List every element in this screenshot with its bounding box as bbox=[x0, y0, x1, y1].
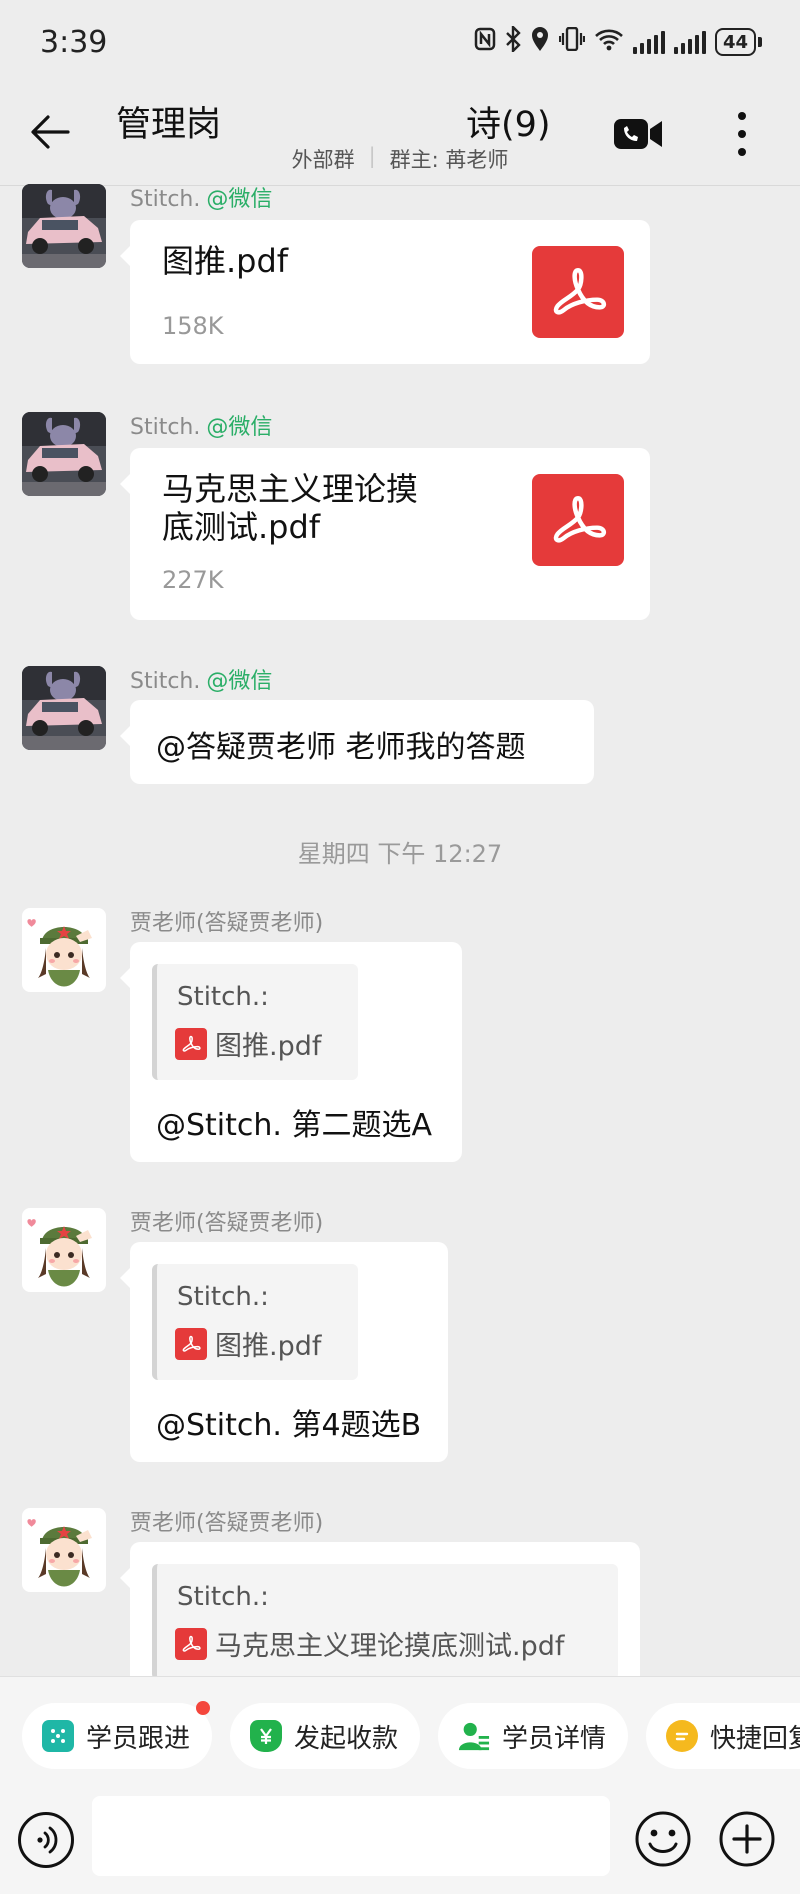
quoted-message[interactable]: Stitch.: 图推.pdf bbox=[152, 1264, 358, 1380]
follow-up-icon bbox=[42, 1720, 74, 1752]
more-icon[interactable] bbox=[724, 110, 760, 158]
quick-action-bar: 学员跟进 发起收款 学员详情 快捷回复 bbox=[0, 1676, 800, 1796]
signal-icon bbox=[632, 30, 665, 54]
vibrate-icon bbox=[558, 26, 586, 57]
quick-action-follow-up[interactable]: 学员跟进 bbox=[22, 1701, 213, 1769]
file-name: 图推.pdf bbox=[162, 242, 289, 280]
group-type: 外部群 bbox=[291, 148, 355, 172]
reply-bubble[interactable]: Stitch.: 图推.pdf @Stitch. 第二题选A bbox=[120, 942, 462, 1162]
student-detail-icon bbox=[458, 1720, 490, 1752]
avatar[interactable] bbox=[22, 1508, 106, 1592]
message-input[interactable] bbox=[92, 1796, 610, 1876]
quote-file: 图推.pdf bbox=[175, 1324, 321, 1363]
quote-sender: Stitch.: bbox=[177, 1582, 269, 1612]
sender-name: 贾老师(答疑贾老师) bbox=[130, 911, 324, 936]
signal-icon bbox=[673, 30, 706, 54]
message-text: @答疑贾老师 老师我的答题 bbox=[156, 730, 526, 765]
sender-name: Stitch. @微信 bbox=[130, 187, 273, 212]
chat-title: 管理岗 诗(9) bbox=[116, 105, 551, 145]
avatar[interactable] bbox=[22, 1208, 106, 1292]
sender-name: 贾老师(答疑贾老师) bbox=[130, 1511, 324, 1536]
pdf-icon bbox=[175, 1627, 207, 1660]
pdf-icon bbox=[175, 1027, 207, 1060]
voice-icon[interactable] bbox=[18, 1812, 74, 1868]
avatar[interactable] bbox=[22, 412, 106, 496]
video-call-icon[interactable] bbox=[612, 114, 664, 154]
quick-reply-icon bbox=[666, 1720, 698, 1752]
notification-dot bbox=[196, 1701, 211, 1715]
status-time: 3:39 bbox=[40, 24, 108, 60]
quick-action-student-detail[interactable]: 学员详情 bbox=[438, 1703, 629, 1769]
avatar[interactable] bbox=[22, 184, 106, 268]
file-bubble[interactable]: 图推.pdf 158K bbox=[120, 220, 650, 364]
quote-sender: Stitch.: bbox=[177, 1282, 269, 1312]
status-bar: 3:39 44 bbox=[0, 0, 800, 84]
sender-name: Stitch. @微信 bbox=[130, 415, 273, 440]
battery-level: 44 bbox=[714, 28, 756, 56]
payment-icon bbox=[250, 1720, 282, 1752]
chat-screen: 3:39 44 管理岗 诗(9) 外部群 | 群主: 苒老师 Stitch. @… bbox=[0, 0, 800, 1894]
battery-icon: 44 bbox=[714, 28, 762, 56]
file-name: 马克思主义理论摸 底测试.pdf bbox=[162, 470, 419, 547]
quoted-message[interactable]: Stitch.: 马克思主义理论摸底测试.pdf bbox=[152, 1564, 618, 1680]
quick-action-quick-reply[interactable]: 快捷回复 bbox=[646, 1703, 800, 1769]
chat-subtitle: 外部群 | 群主: 苒老师 bbox=[291, 144, 509, 172]
quote-file: 图推.pdf bbox=[175, 1024, 321, 1063]
pdf-icon bbox=[532, 474, 624, 566]
emoji-icon[interactable] bbox=[634, 1810, 692, 1868]
location-icon bbox=[530, 26, 550, 58]
status-icons: 44 bbox=[474, 24, 762, 58]
quick-action-payment[interactable]: 发起收款 bbox=[230, 1703, 421, 1769]
file-size: 227K bbox=[162, 566, 224, 594]
bluetooth-icon bbox=[505, 24, 521, 58]
wifi-icon bbox=[594, 27, 624, 57]
file-bubble[interactable]: 马克思主义理论摸 底测试.pdf 227K bbox=[120, 448, 650, 620]
text-bubble[interactable]: @答疑贾老师 老师我的答题 bbox=[120, 700, 594, 784]
message-text: @Stitch. 第4题选B bbox=[156, 1408, 422, 1443]
reply-bubble[interactable]: Stitch.: 图推.pdf @Stitch. 第4题选B bbox=[120, 1242, 448, 1462]
pdf-icon bbox=[175, 1327, 207, 1360]
time-divider: 星期四 下午 12:27 bbox=[297, 840, 503, 868]
quote-file: 马克思主义理论摸底测试.pdf bbox=[175, 1624, 564, 1663]
message-text: @Stitch. 第二题选A bbox=[156, 1108, 433, 1143]
plus-icon[interactable] bbox=[718, 1810, 776, 1868]
sender-name: Stitch. @微信 bbox=[130, 669, 273, 694]
avatar[interactable] bbox=[22, 666, 106, 750]
avatar[interactable] bbox=[22, 908, 106, 992]
group-owner: 群主: 苒老师 bbox=[389, 148, 509, 172]
nfc-icon bbox=[474, 27, 496, 57]
quoted-message[interactable]: Stitch.: 图推.pdf bbox=[152, 964, 358, 1080]
quote-sender: Stitch.: bbox=[177, 982, 269, 1012]
input-bar bbox=[0, 1796, 800, 1894]
sender-name: 贾老师(答疑贾老师) bbox=[130, 1211, 324, 1236]
pdf-icon bbox=[532, 246, 624, 338]
chat-header: 管理岗 诗(9) 外部群 | 群主: 苒老师 bbox=[0, 84, 800, 186]
file-size: 158K bbox=[162, 312, 224, 340]
